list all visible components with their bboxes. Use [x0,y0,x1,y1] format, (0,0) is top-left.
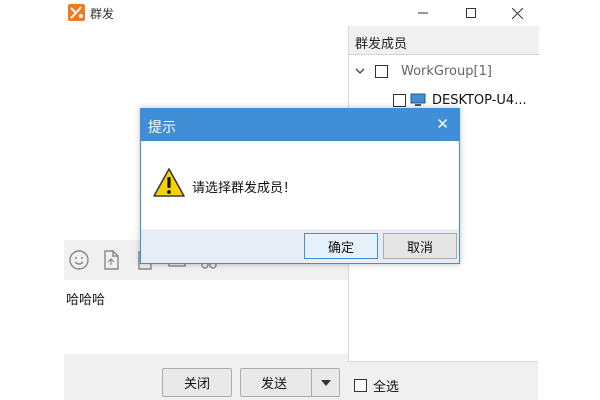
app-logo-icon [68,4,85,21]
dialog-body: 请选择群发成员！ [141,141,459,229]
dialog-title-bar: 提示 ✕ [141,109,459,141]
send-options-dropdown[interactable] [311,369,339,396]
alert-dialog: 提示 ✕ 请选择群发成员！ 确定 取消 [140,108,460,264]
minimize-button[interactable] [400,0,446,26]
maximize-icon [466,8,476,18]
select-all-checkbox[interactable] [354,379,367,392]
send-button-label: 发送 [261,377,288,392]
dialog-message: 请选择群发成员！ [192,181,297,196]
title-bar: 群发 [64,0,538,26]
dialog-title: 提示 [148,120,176,136]
select-all-label: 全选 [373,380,400,395]
window-title: 群发 [90,7,115,21]
close-icon [511,7,523,19]
message-input[interactable]: 哈哈哈 [64,280,348,354]
emoji-icon[interactable] [68,249,90,271]
bottom-bar: 关闭 发送 全选 [64,362,538,400]
close-button[interactable]: 关闭 [162,368,232,397]
dialog-close-icon[interactable]: ✕ [436,115,449,133]
device-label: DESKTOP-U4... [432,92,527,108]
cancel-button[interactable]: 取消 [383,233,457,259]
chevron-down-icon[interactable] [355,66,365,76]
file-icon[interactable] [100,249,122,271]
maximize-button[interactable] [448,0,494,26]
send-button[interactable]: 发送 [240,368,340,397]
group-checkbox[interactable] [375,64,388,78]
group-label: WorkGroup[1] [401,63,492,79]
member-panel-header: 群发成员 [349,26,539,55]
tree-row-group[interactable]: WorkGroup[1] [355,61,492,81]
computer-icon [410,93,426,106]
dialog-footer: 确定 取消 [141,229,459,263]
message-input-text: 哈哈哈 [66,293,106,308]
tree-row-device[interactable]: DESKTOP-U4... [393,90,527,110]
warning-icon [153,168,185,197]
close-window-button[interactable] [494,0,540,26]
select-all-toggle[interactable]: 全选 [354,376,399,395]
minimize-icon [418,12,428,14]
device-checkbox[interactable] [393,93,406,107]
confirm-button[interactable]: 确定 [304,233,378,259]
caret-down-icon [320,379,331,386]
